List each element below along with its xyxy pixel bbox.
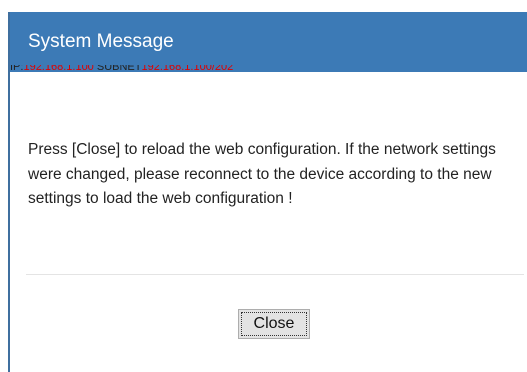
page: System Message IP:192.168.1.100 SUBNET19… <box>0 0 527 372</box>
dialog-titlebar: System Message <box>10 12 527 72</box>
clipped-label-subnet: SUBNET <box>96 65 142 73</box>
clipped-value-ip: 192.168.1.100 <box>23 65 97 73</box>
clipped-label-ip: IP: <box>10 65 24 73</box>
dialog-divider <box>26 274 524 275</box>
system-message-dialog: System Message IP:192.168.1.100 SUBNET19… <box>8 12 527 372</box>
clipped-status-line: IP:192.168.1.100 SUBNET192.168.1.100/202 <box>10 65 390 73</box>
close-button[interactable]: Close <box>238 309 310 339</box>
dialog-message: Press [Close] to reload the web configur… <box>28 141 496 207</box>
dialog-title: System Message <box>28 31 174 52</box>
clipped-value-subnet: 192.168.1.100/202 <box>141 65 234 73</box>
